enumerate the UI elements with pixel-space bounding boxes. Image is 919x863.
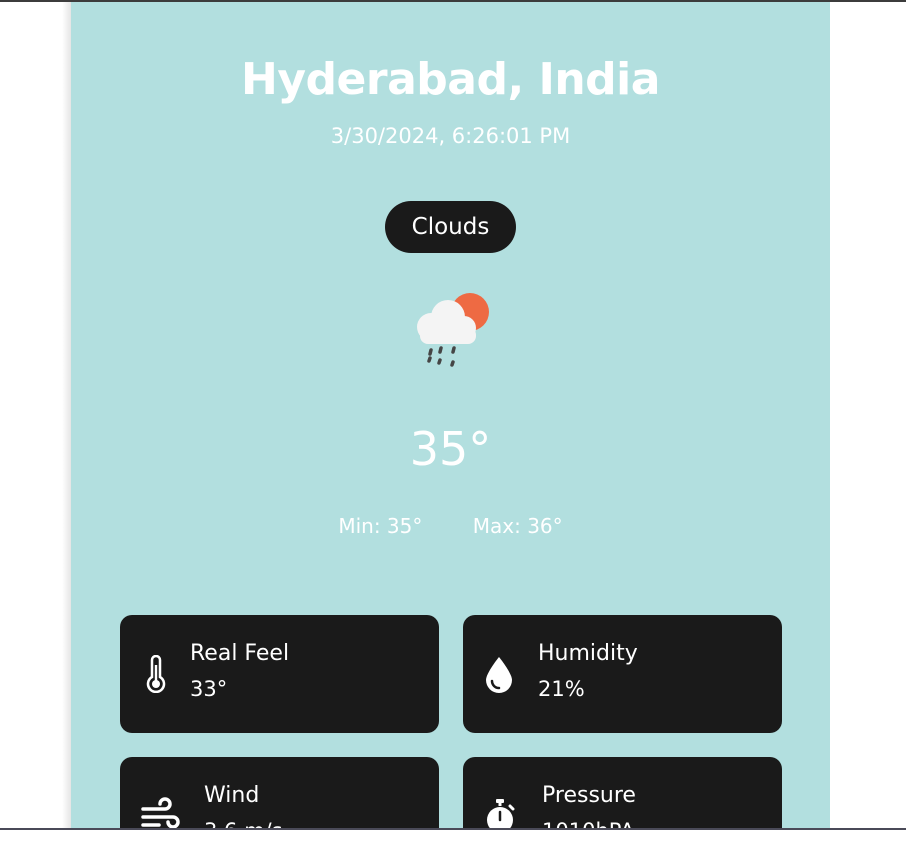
stopwatch-icon — [487, 799, 515, 828]
weather-panel: Hyderabad, India 3/30/2024, 6:26:01 PM C… — [71, 2, 830, 828]
city-name: Hyderabad, India — [241, 54, 660, 105]
min-max-temperature: Min: 35° Max: 36° — [71, 514, 830, 538]
pressure-card: Pressure 1010hPA — [463, 757, 782, 828]
local-datetime: 3/30/2024, 6:26:01 PM — [330, 124, 571, 148]
pressure-value: 1010hPA — [542, 819, 634, 828]
current-temperature: 35° — [409, 422, 492, 476]
droplet-icon — [486, 657, 512, 693]
cloud-sun-rain-icon — [417, 293, 489, 367]
humidity-value: 21% — [538, 677, 585, 701]
real-feel-value: 33° — [190, 677, 228, 701]
thermometer-icon — [146, 655, 166, 693]
pressure-label: Pressure — [542, 783, 636, 808]
below-viewport-area — [0, 830, 919, 863]
wind-icon — [141, 797, 180, 828]
wind-value: 3.6 m/s — [204, 819, 283, 828]
condition-badge: Clouds — [385, 201, 516, 253]
wind-card: Wind 3.6 m/s — [120, 757, 439, 828]
humidity-label: Humidity — [538, 641, 638, 666]
panel-shadow — [62, 2, 71, 828]
max-temperature: Max: 36° — [472, 514, 563, 538]
wind-label: Wind — [204, 783, 260, 808]
real-feel-card: Real Feel 33° — [120, 615, 439, 733]
real-feel-label: Real Feel — [190, 641, 290, 666]
humidity-card: Humidity 21% — [463, 615, 782, 733]
min-temperature: Min: 35° — [338, 514, 423, 538]
